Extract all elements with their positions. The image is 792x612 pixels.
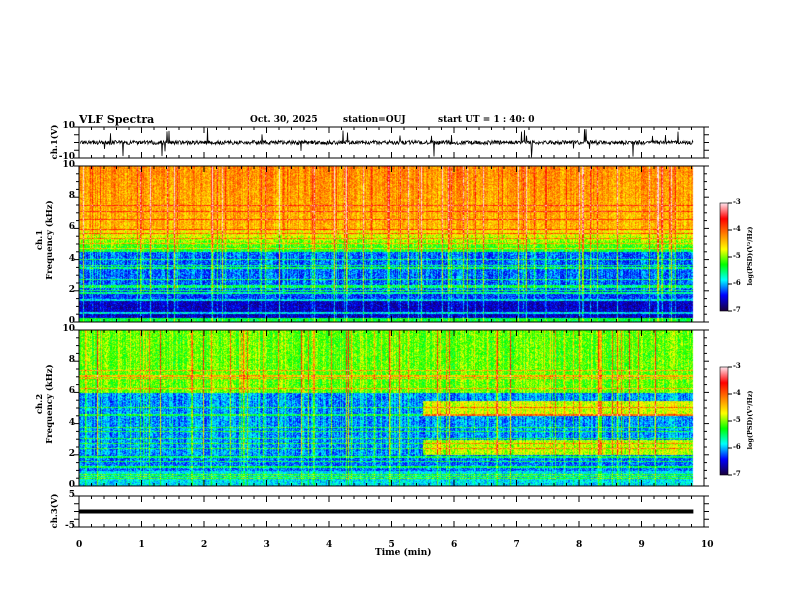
ch2-label: ch.2 — [35, 393, 45, 415]
panel-frame — [78, 329, 705, 487]
x-tick-label: 0 — [76, 540, 83, 550]
colorbar-tick-label: -6 — [733, 278, 741, 287]
ch2-spec-ylabel: ch.2 Frequency (kHz) — [35, 349, 55, 459]
ch3-wave-ylabel: ch.3(V) — [50, 493, 60, 529]
ch1-spec-ylabel: ch.1 Frequency (kHz) — [35, 185, 55, 295]
ch2-colorbar-label: log(PSD)(V²/Hz) — [746, 390, 754, 450]
x-tick-label: 5 — [388, 540, 395, 550]
colorbar-tick-label: -7 — [733, 305, 741, 314]
x-tick-label: 9 — [638, 540, 645, 550]
frequency-label: Frequency (kHz) — [45, 200, 55, 280]
y-tick-label: 5 — [68, 490, 75, 500]
colorbar-tick-label: -4 — [733, 224, 741, 233]
x-tick-label: 7 — [513, 540, 520, 550]
x-tick-label: 1 — [138, 540, 145, 550]
y-tick-label: 10 — [62, 160, 75, 170]
ch1-wave-ylabel: ch.1(V) — [50, 124, 60, 160]
colorbar-tick-label: -5 — [733, 251, 741, 260]
x-tick-label: 2 — [201, 540, 208, 550]
y-tick-label: 4 — [68, 417, 75, 428]
y-tick-label: 2 — [68, 284, 75, 295]
colorbar-tick-label: -3 — [733, 197, 741, 206]
frequency-label: Frequency (kHz) — [45, 364, 55, 444]
y-tick-label: 6 — [68, 386, 75, 397]
x-axis-label: Time (min) — [375, 548, 432, 558]
panel-frame — [78, 165, 705, 323]
x-tick-label: 3 — [263, 540, 270, 550]
colorbar-tick-label: -3 — [733, 361, 741, 370]
colorbar-tick-label: -7 — [733, 469, 741, 478]
y-tick-label: 8 — [68, 355, 75, 366]
colorbar-frame — [719, 366, 729, 476]
y-tick-label: 2 — [68, 448, 75, 459]
ch1-waveform-line — [79, 127, 694, 158]
y-tick-label: 10 — [62, 121, 75, 131]
y-tick-label: 8 — [68, 191, 75, 202]
ch1-colorbar-label: log(PSD)(V²/Hz) — [746, 226, 754, 286]
y-tick-label: 4 — [68, 253, 75, 264]
colorbar-tick-label: -4 — [733, 388, 741, 397]
colorbar-tick-label: -5 — [733, 415, 741, 424]
x-tick-label: 6 — [451, 540, 458, 550]
y-tick-label: 0 — [68, 480, 75, 490]
y-tick-label: 6 — [68, 222, 75, 233]
colorbar-tick-label: -6 — [733, 442, 741, 451]
vlf-spectra-figure: VLF Spectra Oct. 30, 2025 station=OUJ st… — [0, 0, 792, 612]
x-tick-label: 8 — [576, 540, 583, 550]
y-tick-label: -5 — [65, 521, 75, 531]
x-tick-label: 10 — [701, 540, 714, 550]
ch1-label: ch.1 — [35, 229, 45, 251]
y-tick-label: 10 — [62, 324, 75, 334]
axes-layer — [74, 126, 732, 528]
colorbar-frame — [719, 202, 729, 312]
x-tick-label: 4 — [326, 540, 333, 550]
